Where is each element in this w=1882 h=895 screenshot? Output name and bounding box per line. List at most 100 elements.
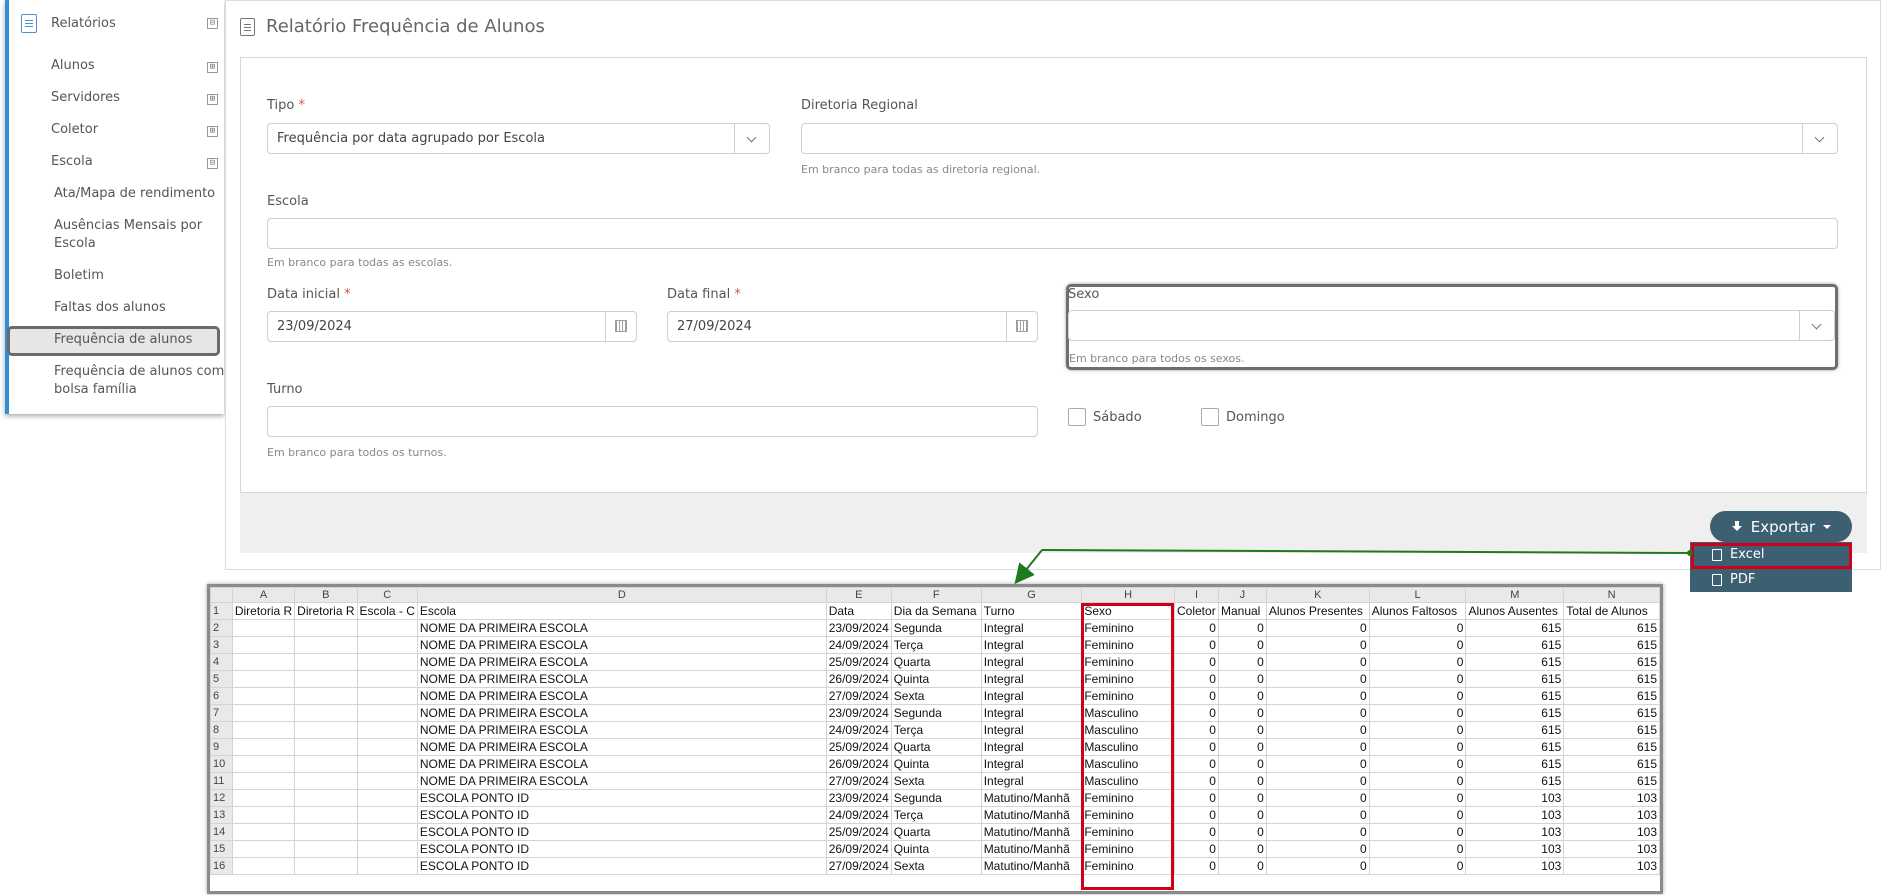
- column-header-l[interactable]: L: [1368, 587, 1467, 603]
- sheet-cell[interactable]: [294, 704, 358, 722]
- sheet-cell[interactable]: 0: [1265, 687, 1370, 705]
- sheet-cell[interactable]: Terça: [890, 636, 982, 654]
- column-header-j[interactable]: J: [1217, 587, 1267, 603]
- sheet-cell[interactable]: 0: [1368, 772, 1467, 790]
- sheet-cell[interactable]: 615: [1563, 653, 1660, 671]
- sheet-cell[interactable]: 27/09/2024: [825, 857, 892, 875]
- sheet-cell[interactable]: 0: [1174, 670, 1219, 688]
- sheet-cell[interactable]: 0: [1217, 755, 1267, 773]
- sheet-cell[interactable]: Integral: [980, 636, 1083, 654]
- sheet-cell[interactable]: 0: [1217, 840, 1267, 858]
- export-pdf-item[interactable]: PDF: [1690, 567, 1852, 592]
- sheet-cell[interactable]: 23/09/2024: [825, 619, 892, 637]
- sheet-cell[interactable]: [356, 806, 418, 824]
- sheet-cell[interactable]: 615: [1563, 636, 1660, 654]
- sheet-cell[interactable]: Integral: [980, 687, 1083, 705]
- sheet-cell[interactable]: 615: [1465, 670, 1565, 688]
- sheet-cell[interactable]: 0: [1174, 789, 1219, 807]
- sheet-cell[interactable]: 0: [1174, 653, 1219, 671]
- sheet-cell[interactable]: NOME DA PRIMEIRA ESCOLA: [416, 636, 827, 654]
- sheet-cell[interactable]: NOME DA PRIMEIRA ESCOLA: [416, 704, 827, 722]
- sheet-cell[interactable]: 103: [1563, 823, 1660, 841]
- sidebar-subitem-frequencia[interactable]: Frequência de alunos: [54, 331, 229, 349]
- sheet-cell[interactable]: [231, 772, 296, 790]
- sexo-select[interactable]: [1068, 310, 1835, 341]
- sidebar-subitem-faltas[interactable]: Faltas dos alunos: [54, 299, 229, 317]
- sheet-cell[interactable]: Quarta: [890, 653, 982, 671]
- sheet-cell[interactable]: [356, 823, 418, 841]
- sheet-cell[interactable]: Quinta: [890, 755, 982, 773]
- row-number[interactable]: 13: [210, 806, 233, 824]
- sheet-cell[interactable]: 0: [1368, 738, 1467, 756]
- sheet-cell[interactable]: Quinta: [890, 670, 982, 688]
- sheet-cell[interactable]: 103: [1563, 789, 1660, 807]
- sheet-cell[interactable]: Integral: [980, 619, 1083, 637]
- sheet-cell[interactable]: [294, 789, 358, 807]
- sheet-header-cell[interactable]: Diretoria R: [231, 602, 296, 620]
- sheet-cell[interactable]: [231, 687, 296, 705]
- column-header-d[interactable]: D: [416, 587, 827, 603]
- sheet-cell[interactable]: Quarta: [890, 823, 982, 841]
- sheet-cell[interactable]: 0: [1174, 619, 1219, 637]
- sheet-cell[interactable]: 103: [1563, 806, 1660, 824]
- sheet-cell[interactable]: 615: [1563, 721, 1660, 739]
- sheet-cell[interactable]: [294, 755, 358, 773]
- sheet-cell[interactable]: Sexta: [890, 687, 982, 705]
- sheet-cell[interactable]: 615: [1465, 704, 1565, 722]
- chevron-down-icon[interactable]: [734, 124, 769, 153]
- sheet-cell[interactable]: 0: [1368, 823, 1467, 841]
- sheet-cell[interactable]: Terça: [890, 806, 982, 824]
- sheet-cell[interactable]: Matutino/Manhã: [980, 806, 1083, 824]
- column-header-n[interactable]: N: [1563, 587, 1660, 603]
- tipo-select[interactable]: Frequência por data agrupado por Escola: [267, 123, 770, 154]
- sheet-cell[interactable]: 0: [1265, 755, 1370, 773]
- row-number[interactable]: 6: [210, 687, 233, 705]
- row-number[interactable]: 15: [210, 840, 233, 858]
- sheet-cell[interactable]: 0: [1217, 653, 1267, 671]
- sheet-cell[interactable]: [231, 738, 296, 756]
- sheet-cell[interactable]: 24/09/2024: [825, 636, 892, 654]
- sheet-cell[interactable]: 26/09/2024: [825, 840, 892, 858]
- sheet-cell[interactable]: 0: [1368, 653, 1467, 671]
- sheet-cell[interactable]: Matutino/Manhã: [980, 857, 1083, 875]
- sheet-cell[interactable]: Matutino/Manhã: [980, 789, 1083, 807]
- row-number[interactable]: 16: [210, 857, 233, 875]
- row-number[interactable]: 10: [210, 755, 233, 773]
- sheet-cell[interactable]: 0: [1217, 704, 1267, 722]
- sheet-cell[interactable]: Integral: [980, 653, 1083, 671]
- sheet-header-cell[interactable]: Manual: [1217, 602, 1267, 620]
- sheet-header-cell[interactable]: Total de Alunos: [1563, 602, 1660, 620]
- sheet-cell[interactable]: 615: [1465, 636, 1565, 654]
- sheet-cell[interactable]: [294, 619, 358, 637]
- sheet-cell[interactable]: 24/09/2024: [825, 806, 892, 824]
- sheet-cell[interactable]: Integral: [980, 738, 1083, 756]
- sheet-cell[interactable]: NOME DA PRIMEIRA ESCOLA: [416, 721, 827, 739]
- sidebar-subitem-ata[interactable]: Ata/Mapa de rendimento: [54, 185, 229, 203]
- sheet-header-cell[interactable]: Coletor: [1174, 602, 1219, 620]
- sheet-cell[interactable]: 0: [1265, 721, 1370, 739]
- sheet-cell[interactable]: [231, 636, 296, 654]
- sheet-header-cell[interactable]: Escola: [416, 602, 827, 620]
- sheet-cell[interactable]: 615: [1465, 721, 1565, 739]
- sheet-cell[interactable]: Integral: [980, 704, 1083, 722]
- column-header-k[interactable]: K: [1265, 587, 1370, 603]
- sheet-cell[interactable]: 615: [1465, 772, 1565, 790]
- sheet-cell[interactable]: 25/09/2024: [825, 653, 892, 671]
- sheet-cell[interactable]: [356, 653, 418, 671]
- sheet-cell[interactable]: 23/09/2024: [825, 704, 892, 722]
- turno-input[interactable]: [267, 406, 1038, 437]
- calendar-icon[interactable]: [1006, 312, 1037, 341]
- column-header-h[interactable]: H: [1081, 587, 1175, 603]
- sheet-cell[interactable]: 615: [1465, 687, 1565, 705]
- sheet-cell[interactable]: 0: [1174, 806, 1219, 824]
- sheet-cell[interactable]: 0: [1368, 670, 1467, 688]
- sheet-cell[interactable]: [294, 721, 358, 739]
- sheet-cell[interactable]: [294, 738, 358, 756]
- sheet-cell[interactable]: 615: [1563, 772, 1660, 790]
- sidebar-item-escola[interactable]: Escola: [51, 154, 93, 169]
- sheet-cell[interactable]: 0: [1174, 687, 1219, 705]
- sheet-cell[interactable]: Matutino/Manhã: [980, 840, 1083, 858]
- sheet-cell[interactable]: [294, 653, 358, 671]
- sheet-cell[interactable]: 0: [1368, 857, 1467, 875]
- row-number[interactable]: 1: [210, 602, 233, 620]
